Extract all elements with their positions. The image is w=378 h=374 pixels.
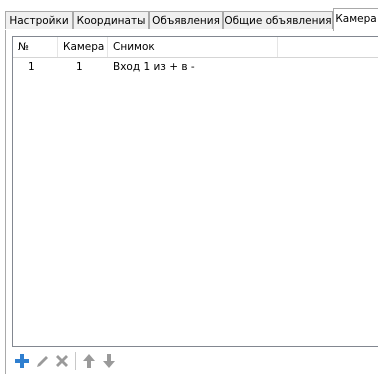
list-toolbar: [12, 350, 212, 372]
list-header: № Камера Снимок: [13, 37, 378, 58]
delete-button[interactable]: [52, 350, 72, 372]
column-header-label: Снимок: [113, 41, 155, 53]
tab-label: Объявления: [152, 15, 220, 27]
arrow-up-icon: [83, 354, 95, 368]
add-button[interactable]: [12, 350, 32, 372]
table-row[interactable]: 1 1 Вход 1 из + в -: [13, 59, 378, 75]
camera-tab-panel: № Камера Снимок 1 1 Вход 1 из + в -: [5, 30, 378, 374]
delete-icon: [56, 355, 68, 367]
tab-general-announcements[interactable]: Общие объявления: [223, 11, 333, 29]
edit-button[interactable]: [32, 350, 52, 372]
column-header-camera[interactable]: Камера: [58, 37, 108, 57]
tab-label: Камера: [335, 13, 377, 25]
toolbar-separator: [75, 352, 76, 370]
tab-label: Координаты: [76, 15, 146, 27]
move-up-button[interactable]: [79, 350, 99, 372]
column-header-label: №: [18, 41, 29, 53]
move-down-button[interactable]: [99, 350, 119, 372]
cell-number: 1: [28, 61, 35, 73]
tab-announcements[interactable]: Объявления: [149, 11, 223, 29]
edit-icon: [37, 356, 48, 367]
column-header-number[interactable]: №: [13, 37, 58, 57]
cell-snapshot: Вход 1 из + в -: [113, 61, 195, 73]
column-header-label: Камера: [63, 41, 105, 53]
tab-settings[interactable]: Настройки: [5, 11, 73, 29]
column-header-snapshot[interactable]: Снимок: [108, 37, 278, 57]
plus-icon: [15, 354, 29, 368]
tab-camera[interactable]: Камера: [333, 8, 378, 31]
arrow-down-icon: [103, 354, 115, 368]
tab-label: Общие объявления: [224, 15, 332, 27]
tab-label: Настройки: [9, 15, 69, 27]
camera-list[interactable]: № Камера Снимок 1 1 Вход 1 из + в -: [12, 36, 378, 347]
tab-coordinates[interactable]: Координаты: [73, 11, 149, 29]
tab-bar: Настройки Координаты Объявления Общие об…: [5, 8, 378, 31]
cell-camera: 1: [76, 61, 83, 73]
